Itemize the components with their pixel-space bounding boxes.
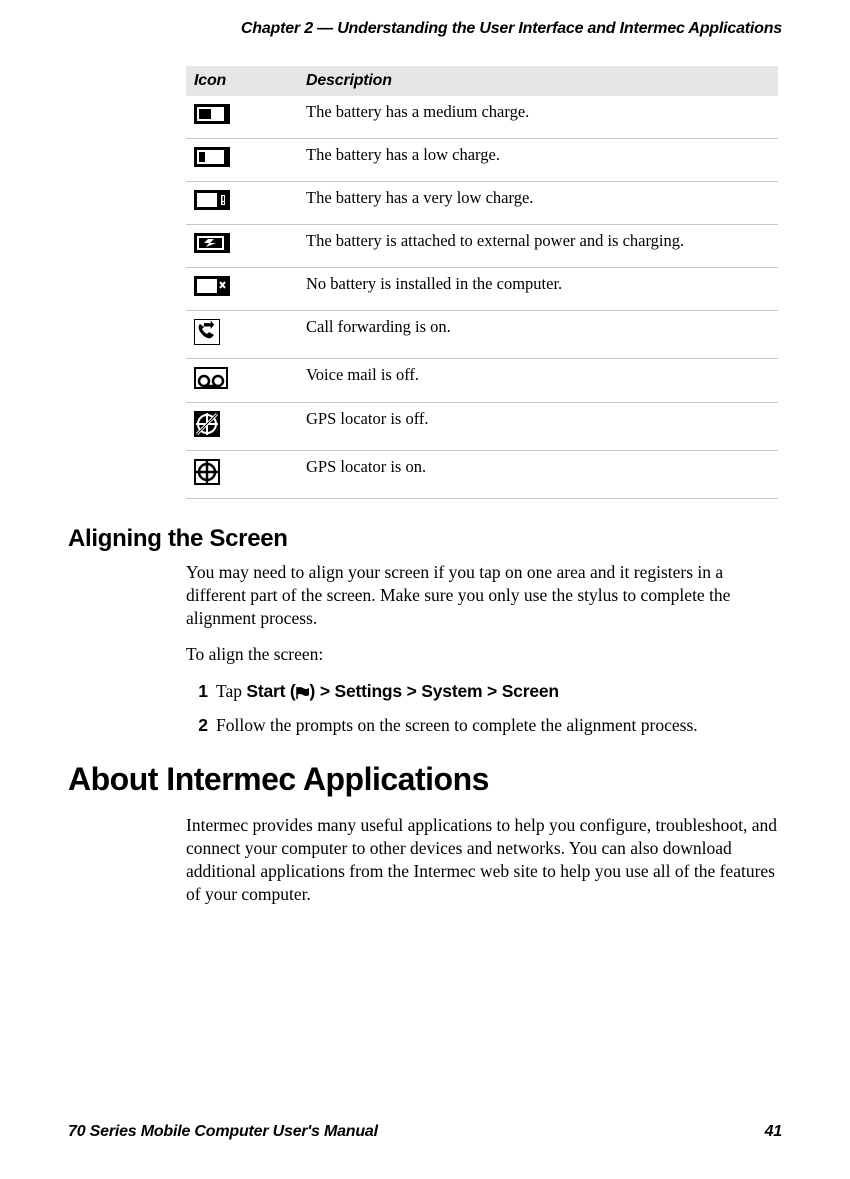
icon-cell bbox=[186, 359, 298, 403]
aligning-screen-paragraph-1: You may need to align your screen if you… bbox=[186, 561, 778, 629]
step-1-text-pre: Tap bbox=[216, 681, 246, 701]
call-forwarding-icon bbox=[194, 319, 220, 345]
chapter-header: Chapter 2 — Understanding the User Inter… bbox=[68, 20, 782, 38]
gps-on-icon bbox=[194, 459, 220, 485]
icon-cell bbox=[186, 139, 298, 182]
battery-charging-icon bbox=[194, 233, 230, 253]
battery-verylow-icon bbox=[194, 190, 230, 210]
voicemail-off-icon bbox=[194, 367, 228, 389]
step-2-text: Follow the prompts on the screen to comp… bbox=[216, 714, 778, 738]
description-cell: Call forwarding is on. bbox=[298, 311, 778, 359]
icon-description-table: Icon Description The battery has a mediu… bbox=[186, 66, 778, 499]
step-2: 2 Follow the prompts on the screen to co… bbox=[186, 714, 778, 738]
table-row: The battery has a medium charge. bbox=[186, 96, 778, 139]
table-header-icon: Icon bbox=[186, 66, 298, 96]
aligning-screen-paragraph-2: To align the screen: bbox=[186, 643, 778, 666]
icon-cell bbox=[186, 268, 298, 311]
table-row: No battery is installed in the computer. bbox=[186, 268, 778, 311]
battery-missing-icon bbox=[194, 276, 230, 296]
icon-cell bbox=[186, 96, 298, 139]
icon-cell bbox=[186, 451, 298, 499]
icon-cell bbox=[186, 182, 298, 225]
description-cell: GPS locator is off. bbox=[298, 403, 778, 451]
windows-flag-icon bbox=[296, 685, 310, 699]
table-row: GPS locator is on. bbox=[186, 451, 778, 499]
table-row: The battery is attached to external powe… bbox=[186, 225, 778, 268]
description-cell: The battery has a medium charge. bbox=[298, 96, 778, 139]
icon-cell bbox=[186, 403, 298, 451]
table-row: The battery has a very low charge. bbox=[186, 182, 778, 225]
table-row: The battery has a low charge. bbox=[186, 139, 778, 182]
step-number: 2 bbox=[186, 714, 216, 738]
table-row: GPS locator is off. bbox=[186, 403, 778, 451]
heading-about-intermec-applications: About Intermec Applications bbox=[68, 761, 782, 798]
about-intermec-paragraph: Intermec provides many useful applicatio… bbox=[186, 814, 778, 905]
footer-manual-title: 70 Series Mobile Computer User's Manual bbox=[68, 1123, 378, 1141]
heading-aligning-screen: Aligning the Screen bbox=[68, 525, 782, 553]
icon-cell bbox=[186, 311, 298, 359]
description-cell: No battery is installed in the computer. bbox=[298, 268, 778, 311]
gps-off-icon bbox=[194, 411, 220, 437]
description-cell: GPS locator is on. bbox=[298, 451, 778, 499]
step-1: 1 Tap Start () > Settings > System > Scr… bbox=[186, 680, 778, 704]
battery-medium-icon bbox=[194, 104, 230, 124]
step-1-bold: Start () > Settings > System > Screen bbox=[246, 681, 559, 701]
table-row: Call forwarding is on. bbox=[186, 311, 778, 359]
battery-low-icon bbox=[194, 147, 230, 167]
description-cell: Voice mail is off. bbox=[298, 359, 778, 403]
icon-cell bbox=[186, 225, 298, 268]
table-header-description: Description bbox=[298, 66, 778, 96]
table-row: Voice mail is off. bbox=[186, 359, 778, 403]
footer-page-number: 41 bbox=[765, 1123, 782, 1141]
description-cell: The battery has a very low charge. bbox=[298, 182, 778, 225]
description-cell: The battery has a low charge. bbox=[298, 139, 778, 182]
step-number: 1 bbox=[186, 680, 216, 704]
description-cell: The battery is attached to external powe… bbox=[298, 225, 778, 268]
